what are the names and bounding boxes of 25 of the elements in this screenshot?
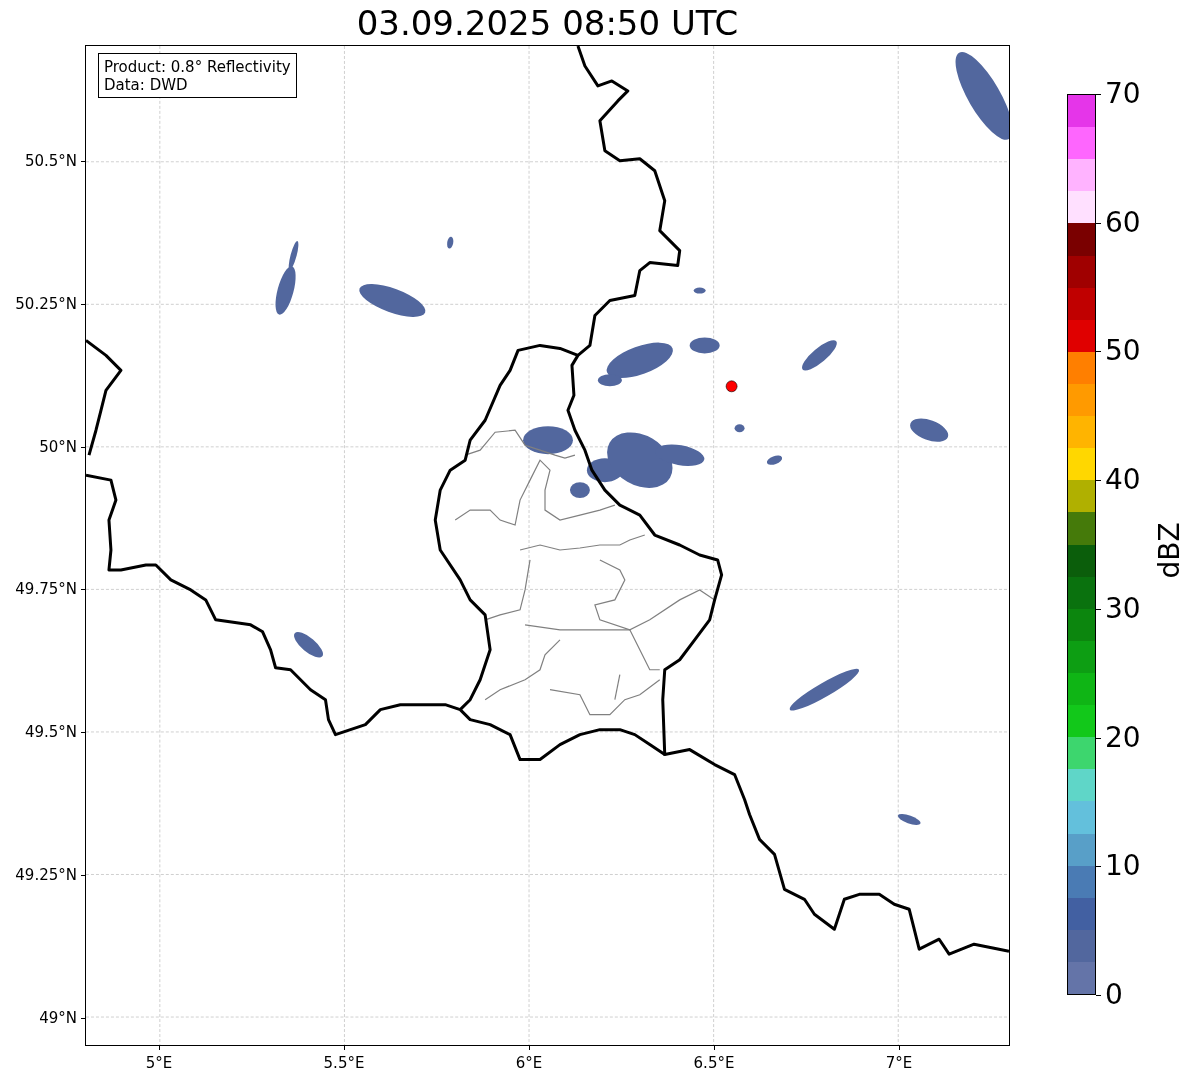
longitude-label: 5.5°E (323, 1054, 365, 1072)
latitude-label: 50.25°N (15, 294, 77, 313)
colorbar-tick-label: 20 (1105, 722, 1141, 753)
latitude-label: 50°N (39, 437, 77, 456)
latitude-label: 49.5°N (24, 723, 77, 742)
latitude-label: 50.5°N (24, 152, 77, 170)
annotation-text: Data: DWD (104, 76, 189, 94)
longitude-label: 7°E (885, 1054, 913, 1072)
colorbar-tick-label: 50 (1105, 336, 1141, 367)
latitude-label: 49.25°N (15, 866, 77, 885)
latitude-label: 49.75°N (15, 580, 77, 599)
colorbar-tick-label: 0 (1105, 980, 1123, 1010)
colorbar-tick-label: 30 (1105, 593, 1141, 624)
colorbar-tick-label: 70 (1105, 79, 1141, 109)
colorbar-tick-label: 60 (1105, 207, 1141, 238)
radar-site-marker (725, 380, 738, 393)
latitude-label: 49°N (39, 1008, 77, 1027)
chart-title: 03.09.2025 08:50 UTC (356, 3, 739, 43)
annotation-text: Product: 0.8° Reflectivity (104, 58, 291, 76)
colorbar-tick-label: 10 (1105, 851, 1141, 882)
longitude-label: 6.5°E (693, 1054, 735, 1072)
colorbar-unit-label: dBZ (1152, 521, 1186, 579)
longitude-label: 5°E (145, 1054, 173, 1072)
colorbar-tick-label: 40 (1105, 465, 1141, 496)
longitude-label: 6°E (515, 1054, 543, 1072)
